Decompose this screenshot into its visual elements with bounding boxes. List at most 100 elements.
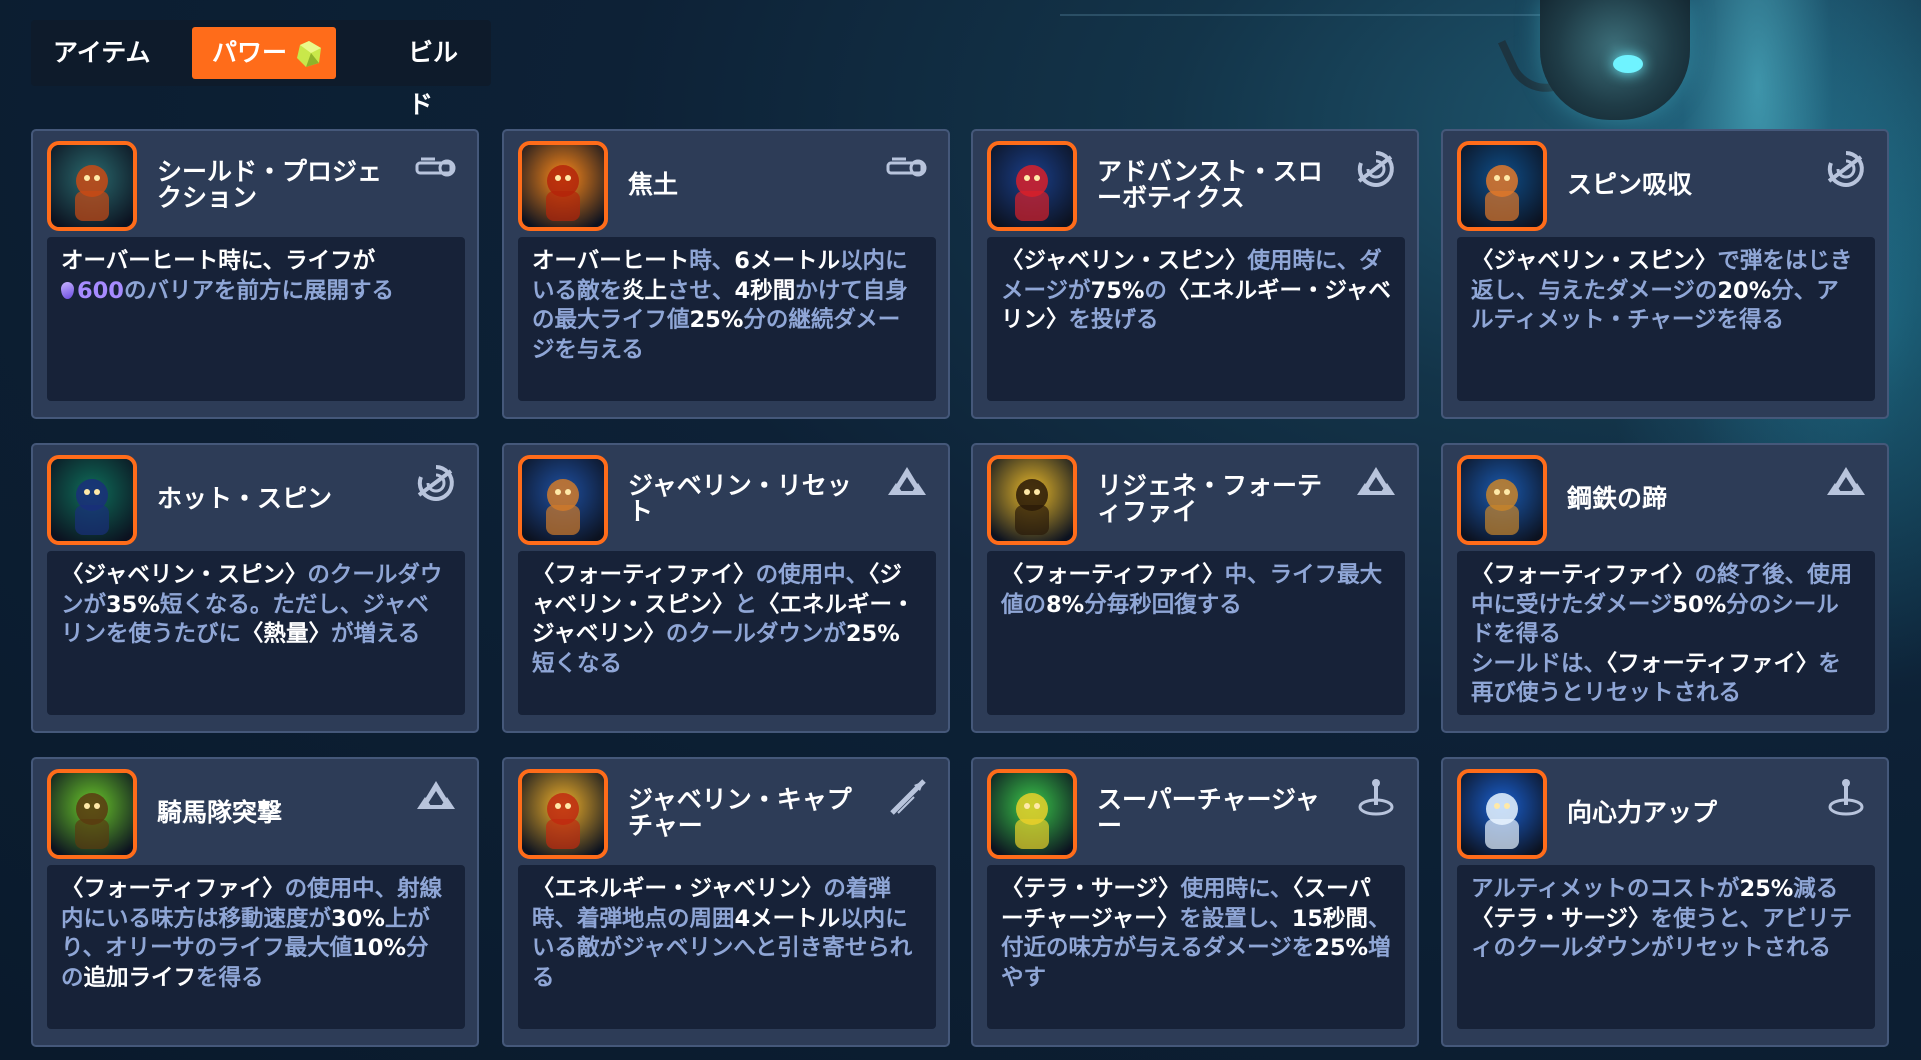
- javelin-icon: [890, 779, 926, 815]
- power-card[interactable]: 鋼鉄の蹄 〈フォーティファイ〉の終了後、使用中に受けたダメージ50%分のシールドを…: [1441, 443, 1889, 733]
- power-description: アルティメットのコストが25%減る 〈テラ・サージ〉を使うと、アビリティのクールダ…: [1457, 865, 1875, 1029]
- description-text: シールドは、: [1471, 650, 1607, 677]
- centripetal-charge-icon: [1457, 769, 1547, 859]
- power-title: スーパーチャージャー: [1097, 785, 1320, 840]
- description-text: のバリアを前方に展開する: [123, 277, 394, 304]
- power-description: 〈ジャベリン・スピン〉で弾をはじき返し、与えたダメージの20%分、アルティメット…: [1457, 237, 1875, 401]
- description-text: 〈エネルギー・ジャベリン〉: [532, 876, 824, 902]
- power-description: 〈ジャベリン・スピン〉のクールダウンが35%短くなる。ただし、ジャベリンを使うた…: [47, 551, 465, 715]
- advanced-throwbotics-icon: [987, 141, 1077, 231]
- description-text: を得る: [196, 964, 264, 991]
- description-text: 15秒間: [1291, 905, 1369, 932]
- description-text: 〈フォーティファイ〉: [532, 562, 756, 588]
- power-description: 〈エネルギー・ジャベリン〉の着弾時、着弾地点の周囲4メートル以内にいる敵がジャベ…: [518, 865, 936, 1029]
- description-text: 25%: [1739, 876, 1794, 902]
- description-text: 〈熱量〉: [241, 621, 332, 647]
- tab-items[interactable]: アイテム: [31, 27, 173, 79]
- description-text: 4秒間: [734, 277, 796, 304]
- power-title: 向心力アップ: [1567, 798, 1718, 827]
- description-text: 時、: [689, 248, 735, 274]
- description-text: の使用中、: [755, 562, 869, 588]
- barrier-value: 600: [61, 278, 124, 304]
- shield-projection-icon: [47, 141, 137, 231]
- steel-hooves-icon: [1457, 455, 1547, 545]
- javelin-capture-icon: [518, 769, 608, 859]
- fortify-icon: [1357, 467, 1395, 495]
- power-card[interactable]: スーパーチャージャー〈テラ・サージ〉使用時に、〈スーパーチャージャー〉を設置し、…: [971, 757, 1419, 1047]
- ultimate-icon: [1828, 779, 1864, 816]
- ultimate-icon: [1358, 779, 1394, 816]
- description-text: 25%: [1314, 935, 1369, 961]
- description-text: 8%: [1046, 591, 1085, 618]
- description-text: 4メートル: [734, 905, 841, 932]
- power-title: 鋼鉄の蹄: [1567, 484, 1668, 513]
- power-card[interactable]: 向心力アップ アルティメットのコストが25%減る 〈テラ・サージ〉を使うと、アビリテ…: [1441, 757, 1889, 1047]
- gun-icon: [886, 157, 927, 177]
- description-text: 〈テラ・サージ〉: [1001, 876, 1181, 902]
- spin-absorb-icon: [1457, 141, 1547, 231]
- power-card[interactable]: ジャベリン・リセット〈フォーティファイ〉の使用中、〈ジャベリン・スピン〉と〈エネ…: [502, 443, 950, 733]
- description-text: 追加ライフ: [83, 964, 197, 991]
- power-title: ジャベリン・リセット: [628, 471, 852, 526]
- javelin-reset-icon: [518, 455, 608, 545]
- tab-build[interactable]: ビルド: [386, 27, 491, 119]
- description-text: 〈フォーティファイ〉: [1471, 562, 1695, 588]
- power-title: スピン吸収: [1567, 170, 1693, 199]
- scorched-earth-icon: [518, 141, 608, 231]
- power-card[interactable]: 騎馬隊突撃〈フォーティファイ〉の使用中、射線内にいる味方は移動速度が30%上がり…: [31, 757, 479, 1047]
- power-card[interactable]: スピン吸収〈ジャベリン・スピン〉で弾をはじき返し、与えたダメージの20%分、アル…: [1441, 129, 1889, 419]
- description-text: オーバーヒート: [532, 248, 690, 274]
- top-frame-line: [1060, 0, 1620, 16]
- power-card[interactable]: リジェネ・フォーティファイ 〈フォーティファイ〉中、ライフ最大値の8%分毎秒回復す…: [971, 443, 1419, 733]
- fortify-icon: [1827, 467, 1865, 495]
- description-text: 短くなる: [532, 650, 623, 677]
- description-text: アルティメットのコストが: [1471, 876, 1740, 902]
- spin-icon: [1357, 151, 1394, 187]
- power-description: オーバーヒート時に、ライフが 600のバリアを前方に展開する: [47, 237, 465, 401]
- power-card[interactable]: シールド・プロジェクションオーバーヒート時に、ライフが 600のバリアを前方に展開…: [31, 129, 479, 419]
- description-text: 〈テラ・サージ〉: [1471, 905, 1651, 932]
- description-text: のクールダウンが: [665, 621, 846, 647]
- description-text: が増える: [331, 621, 421, 647]
- gun-icon: [415, 157, 456, 177]
- power-description: 〈フォーティファイ〉の使用中、〈ジャベリン・スピン〉と〈エネルギー・ジャベリン〉…: [518, 551, 936, 715]
- description-text: 時に、ライフが: [218, 248, 376, 274]
- power-description: 〈ジャベリン・スピン〉使用時に、ダメージが75%の〈エネルギー・ジャベリン〉を投…: [987, 237, 1405, 401]
- hot-spin-icon: [47, 455, 137, 545]
- power-title: ジャベリン・キャプチャー: [628, 785, 852, 840]
- description-text: 10%: [352, 935, 407, 961]
- description-text: 25%: [689, 307, 744, 333]
- description-text: と: [734, 591, 758, 618]
- description-text: 使用時に、: [1180, 876, 1293, 902]
- tab-power[interactable]: パワー: [192, 27, 336, 79]
- description-text: 〈フォーティファイ〉: [1001, 562, 1225, 588]
- power-gem-icon: [297, 41, 321, 67]
- description-text: 〈ジャベリン・スピン〉: [1001, 248, 1248, 274]
- description-text: 30%: [331, 905, 385, 932]
- fortify-icon: [417, 781, 455, 809]
- power-description: 〈テラ・サージ〉使用時に、〈スーパーチャージャー〉を設置し、15秒間、付近の味方…: [987, 865, 1405, 1029]
- description-text: 減る: [1793, 876, 1839, 902]
- hero-eye: [1613, 55, 1643, 73]
- power-card[interactable]: ジャベリン・キャプチャー〈エネルギー・ジャベリン〉の着弾時、着弾地点の周囲4メー…: [502, 757, 950, 1047]
- tab-bar: アイテム パワー ビルド: [31, 20, 491, 119]
- power-card[interactable]: アドバンスト・スローボティクス 〈ジャベリン・スピン〉使用時に、ダメージが75%の…: [971, 129, 1419, 419]
- description-text: させ、: [667, 277, 735, 304]
- description-text: オーバーヒート: [61, 248, 219, 274]
- power-title: 騎馬隊突撃: [157, 798, 283, 827]
- description-text: 50%: [1672, 591, 1727, 618]
- description-text: 〈ジャベリン・スピン〉: [1471, 248, 1718, 274]
- power-card[interactable]: 焦土 オーバーヒート時、6メートル以内にいる敵を炎上させ、4秒間かけて自身の最大ラ…: [502, 129, 950, 419]
- power-title: リジェネ・フォーティファイ: [1097, 471, 1323, 526]
- description-text: 35%: [106, 591, 160, 618]
- description-text: 25%: [845, 621, 900, 647]
- spin-icon: [417, 465, 454, 501]
- power-description: 〈フォーティファイ〉の使用中、射線内にいる味方は移動速度が30%上がり、オリーサ…: [47, 865, 465, 1029]
- description-text: 炎上: [622, 277, 668, 304]
- power-card[interactable]: ホット・スピン 〈ジャベリン・スピン〉のクールダウンが35%短くなる。ただし、ジャ…: [31, 443, 479, 733]
- supercharger-icon: [987, 769, 1077, 859]
- description-text: 〈フォーティファイ〉: [1606, 650, 1819, 677]
- power-title: シールド・プロジェクション: [157, 157, 383, 212]
- description-text: 20%: [1717, 277, 1772, 304]
- description-text: を投げる: [1068, 307, 1159, 333]
